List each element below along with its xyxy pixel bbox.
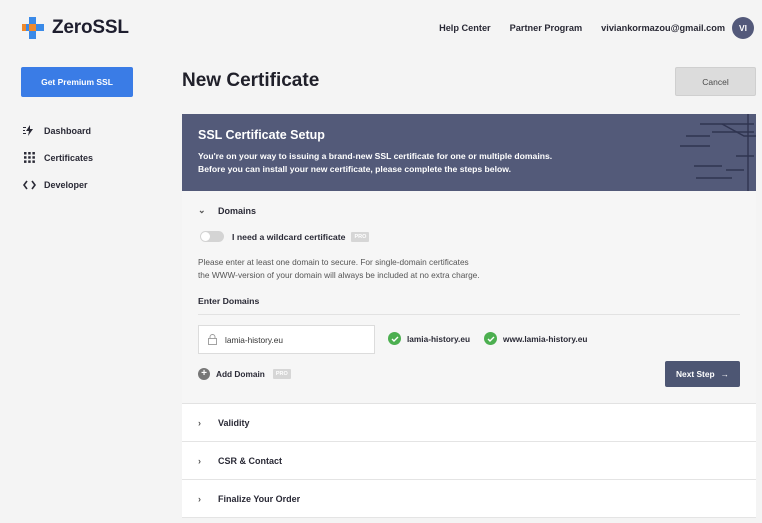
sidebar-item-label: Dashboard [44, 125, 92, 136]
certificate-setup-panel: SSL Certificate Setup You're on your way… [182, 114, 756, 518]
domains-accordion-header[interactable]: ⌄ Domains [182, 205, 256, 216]
zerossl-logo-icon [22, 17, 44, 39]
step-finalize-order[interactable]: › Finalize Your Order [182, 480, 756, 518]
cancel-button[interactable]: Cancel [675, 67, 756, 96]
step-label: Validity [218, 417, 250, 428]
dashboard-icon [22, 125, 36, 136]
arrow-right-icon: → [720, 369, 729, 379]
partner-program-link[interactable]: Partner Program [510, 23, 583, 33]
verified-domains: lamia-history.eu www.lamia-history.eu [388, 332, 587, 345]
page-title: New Certificate [182, 70, 320, 91]
brand-logo[interactable]: ZeroSSL [22, 17, 129, 39]
step-label: CSR & Contact [218, 455, 283, 466]
top-bar: ZeroSSL Help Center Partner Program vivi… [0, 0, 762, 56]
verified-domain: www.lamia-history.eu [484, 332, 587, 345]
verified-domain-label: www.lamia-history.eu [503, 333, 588, 344]
next-step-button[interactable]: Next Step → [665, 361, 740, 387]
domains-section-label: Domains [218, 205, 257, 216]
avatar[interactable]: VI [732, 17, 754, 39]
domains-info-line: the WWW-version of your domain will alwa… [198, 270, 480, 280]
sidebar-item-certificates[interactable]: Certificates [22, 144, 162, 171]
setup-description-line: Before you can install your new certific… [198, 164, 511, 174]
domains-info-text: Please enter at least one domain to secu… [198, 256, 480, 282]
chevron-right-icon: › [198, 417, 201, 428]
brand-name: ZeroSSL [52, 17, 129, 38]
top-nav: Help Center Partner Program viviankormaz… [439, 17, 754, 39]
step-csr-contact[interactable]: › CSR & Contact [182, 442, 756, 480]
setup-header: SSL Certificate Setup You're on your way… [182, 114, 756, 191]
verified-domain-label: lamia-history.eu [407, 333, 471, 344]
decorative-lines-graphic [680, 114, 756, 191]
domain-input[interactable]: lamia-history.eu [198, 325, 375, 354]
next-step-label: Next Step [675, 369, 715, 379]
certificates-grid-icon [22, 152, 36, 163]
lock-icon [208, 334, 217, 345]
chevron-right-icon: › [198, 493, 201, 504]
add-domain-label: Add Domain [216, 369, 265, 379]
verified-domain: lamia-history.eu [388, 332, 470, 345]
sidebar-item-label: Developer [44, 179, 88, 190]
wildcard-toggle[interactable] [200, 231, 224, 242]
plus-circle-icon: + [198, 368, 210, 380]
sidebar: Dashboard Certificates Developer [22, 117, 162, 198]
sidebar-item-developer[interactable]: Developer [22, 171, 162, 198]
add-domain-button[interactable]: + Add Domain PRO [198, 368, 291, 380]
enter-domains-label: Enter Domains [198, 296, 260, 306]
check-circle-icon [388, 332, 401, 345]
wildcard-label: I need a wildcard certificate [232, 231, 346, 242]
chevron-down-icon: ⌄ [198, 205, 206, 215]
chevron-right-icon: › [198, 455, 201, 466]
step-label: Finalize Your Order [218, 493, 301, 504]
setup-description: You're on your way to issuing a brand-ne… [198, 150, 618, 176]
user-email[interactable]: viviankormazou@gmail.com [601, 23, 725, 33]
setup-description-line: You're on your way to issuing a brand-ne… [198, 151, 553, 161]
sidebar-item-label: Certificates [44, 152, 94, 163]
code-brackets-icon [22, 180, 36, 190]
domain-input-value: lamia-history.eu [225, 334, 283, 345]
sidebar-item-dashboard[interactable]: Dashboard [22, 117, 162, 144]
get-premium-ssl-button[interactable]: Get Premium SSL [21, 67, 133, 97]
wildcard-row: I need a wildcard certificate PRO [200, 231, 370, 242]
check-circle-icon [484, 332, 498, 345]
step-validity[interactable]: › Validity [182, 404, 756, 442]
pro-badge: PRO [272, 369, 291, 379]
pro-badge: PRO [351, 231, 370, 242]
help-center-link[interactable]: Help Center [439, 23, 491, 33]
domains-info-line: Please enter at least one domain to secu… [198, 257, 469, 267]
divider [198, 314, 740, 315]
